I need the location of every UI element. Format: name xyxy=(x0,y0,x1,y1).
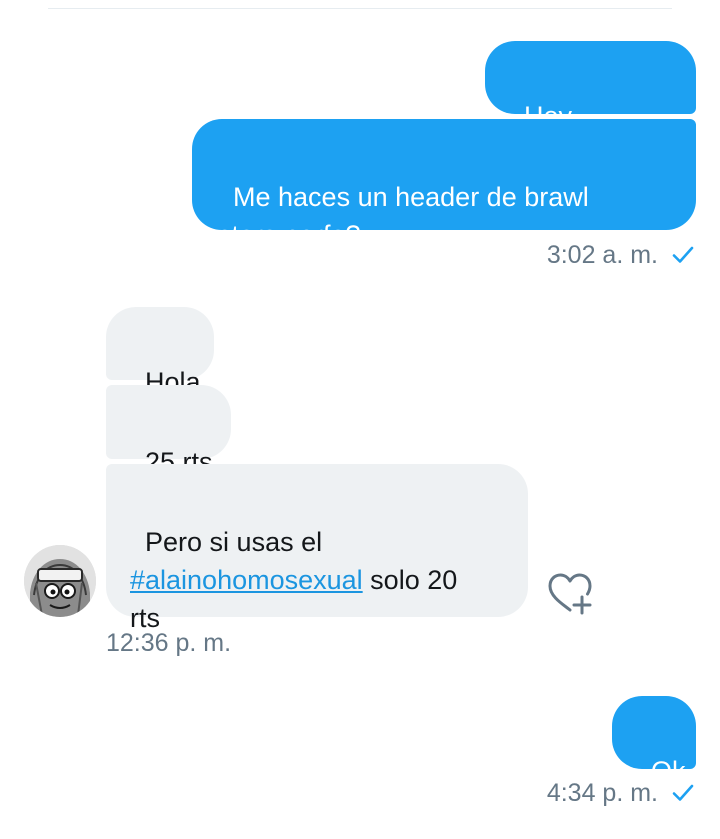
hashtag-link[interactable]: #alainohomosexual xyxy=(130,565,363,595)
message-bubble-received[interactable]: 25 rts xyxy=(106,385,231,477)
checkmark-icon xyxy=(672,246,694,263)
timestamp: 12:36 p. m. xyxy=(106,629,232,657)
message-bubble-received[interactable]: Pero si usas el #alainohomosexual solo 2… xyxy=(106,464,528,633)
message-bubble-sent[interactable]: Hey shadow xyxy=(485,41,696,169)
message-meta: 4:34 p. m. xyxy=(547,778,694,808)
heart-plus-icon[interactable] xyxy=(546,573,594,615)
avatar-drawing xyxy=(24,545,96,617)
message-text: Pero si usas el xyxy=(145,527,323,557)
timestamp: 4:34 p. m. xyxy=(546,779,658,807)
message-bubble-received[interactable]: Hola xyxy=(106,307,214,397)
message-meta: 12:36 p. m. xyxy=(106,628,231,658)
avatar[interactable] xyxy=(24,545,96,617)
checkmark-icon xyxy=(672,784,694,801)
top-divider xyxy=(48,8,672,9)
message-bubble-sent[interactable]: Me haces un header de brawl stars porfa? xyxy=(192,119,696,250)
message-text: Me haces un header de brawl stars porfa? xyxy=(218,182,589,250)
message-meta: 3:02 a. m. xyxy=(547,240,694,270)
message-bubble-sent[interactable]: Ok xyxy=(612,696,696,786)
timestamp: 3:02 a. m. xyxy=(546,241,658,269)
